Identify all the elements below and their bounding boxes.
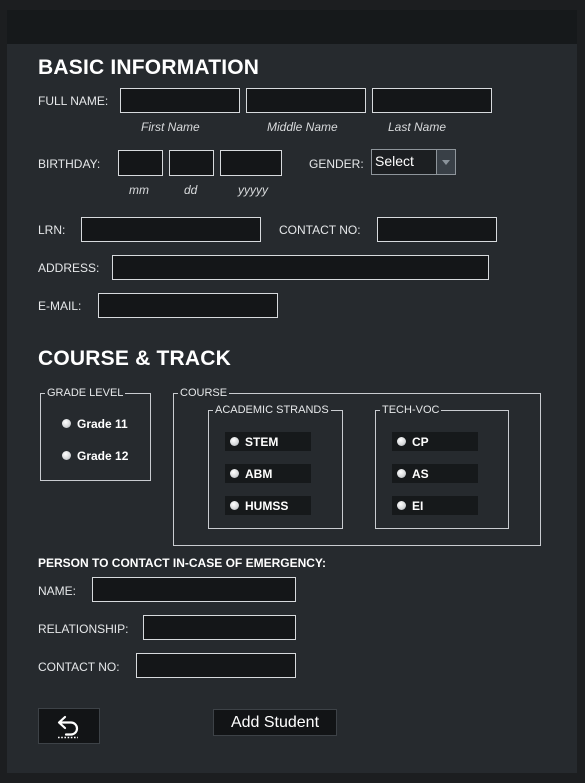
emergency-contact-input[interactable] [136,653,296,678]
radio-label: Grade 12 [77,448,129,463]
basic-info-heading: BASIC INFORMATION [38,56,260,79]
radio-as[interactable]: AS [392,464,478,483]
tech-voc-legend: TECH-VOC [380,403,442,417]
radio-label: Grade 11 [77,416,128,431]
birth-year-input[interactable] [220,150,282,176]
emergency-name-label: NAME: [38,584,77,598]
radio-humss[interactable]: HUMSS [225,496,311,515]
grade-level-group: GRADE LEVEL [40,386,151,481]
yyyy-hint: yyyyy [238,183,268,197]
radio-label: STEM [245,434,279,449]
emergency-contact-label: CONTACT NO: [38,660,120,674]
email-label: E-MAIL: [38,299,82,313]
chevron-down-icon[interactable] [437,150,455,174]
full-name-label: FULL NAME: [38,94,109,108]
birthday-label: BIRTHDAY: [38,157,101,171]
radio-grade-12[interactable]: Grade 12 [57,446,128,465]
gender-select[interactable]: Select [371,149,456,175]
dd-hint: dd [184,183,198,197]
academic-strands-legend: ACADEMIC STRANDS [213,403,331,417]
back-arrow-icon [57,715,79,739]
lrn-label: LRN: [38,223,66,237]
emergency-name-input[interactable] [92,577,296,602]
gender-label: GENDER: [309,157,364,171]
last-name-hint: Last Name [388,120,447,134]
lrn-input[interactable] [81,217,261,242]
middle-name-hint: Middle Name [267,120,338,134]
radio-grade-11[interactable]: Grade 11 [57,414,128,433]
radio-label: ABM [245,466,273,481]
first-name-hint: First Name [141,120,200,134]
birth-day-input[interactable] [169,150,214,176]
add-student-button[interactable]: Add Student [213,709,337,736]
course-legend: COURSE [178,386,230,400]
mm-hint: mm [129,183,149,197]
radio-icon [230,469,239,478]
grade-level-legend: GRADE LEVEL [45,386,126,400]
back-button[interactable] [38,708,100,744]
radio-label: HUMSS [245,498,289,513]
gender-select-value: Select [372,150,437,174]
radio-abm[interactable]: ABM [225,464,311,483]
radio-icon [62,419,71,428]
last-name-input[interactable] [372,88,492,113]
relationship-input[interactable] [143,615,296,640]
title-bar [7,10,577,44]
radio-icon [397,501,406,510]
radio-label: AS [412,466,429,481]
radio-cp[interactable]: CP [392,432,478,451]
relationship-label: RELATIONSHIP: [38,622,129,636]
radio-icon [230,501,239,510]
radio-icon [397,469,406,478]
radio-icon [397,437,406,446]
radio-icon [62,451,71,460]
email-input[interactable] [98,293,278,318]
emergency-heading: PERSON TO CONTACT IN-CASE OF EMERGENCY: [38,556,327,570]
radio-label: EI [412,498,424,513]
radio-icon [230,437,239,446]
address-input[interactable] [112,255,489,280]
birth-month-input[interactable] [118,150,163,176]
middle-name-input[interactable] [246,88,366,113]
course-track-heading: COURSE & TRACK [38,347,231,370]
contact-no-input[interactable] [377,217,497,242]
radio-stem[interactable]: STEM [225,432,311,451]
contact-no-label: CONTACT NO: [279,223,361,237]
first-name-input[interactable] [120,88,240,113]
radio-ei[interactable]: EI [392,496,478,515]
address-label: ADDRESS: [38,261,100,275]
radio-label: CP [412,434,429,449]
